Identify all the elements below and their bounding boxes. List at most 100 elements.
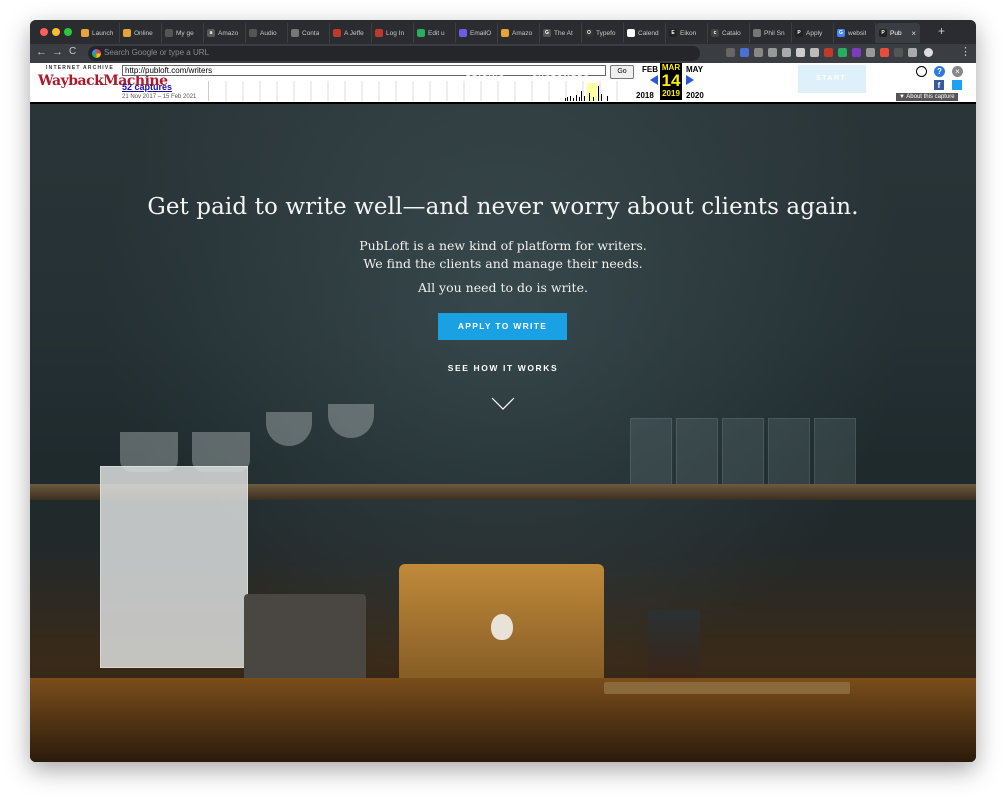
tab-favicon-icon: P <box>795 29 803 37</box>
tab-title: Log In <box>386 29 405 37</box>
extension-icon[interactable] <box>754 48 763 57</box>
chevron-down-icon[interactable] <box>491 397 515 411</box>
forward-icon[interactable]: → <box>52 46 63 58</box>
captures-link[interactable]: 52 captures <box>122 82 172 92</box>
browser-tab[interactable]: Calend <box>624 23 666 43</box>
apply-to-write-button[interactable]: APPLY TO WRITE <box>438 313 567 340</box>
minimize-window-button[interactable] <box>52 28 60 36</box>
new-tab-button[interactable]: + <box>938 24 945 38</box>
tab-favicon-icon: E <box>669 29 677 37</box>
extension-icon[interactable] <box>740 48 749 57</box>
browser-tab[interactable]: P Apply <box>792 23 834 43</box>
background-menu-card <box>100 466 248 668</box>
extension-icon[interactable] <box>866 48 875 57</box>
extension-icon[interactable] <box>824 48 833 57</box>
tab-favicon-icon <box>123 29 131 37</box>
about-capture-button[interactable]: ▼ About this capture <box>896 93 958 101</box>
hero-description-line: PubLoft is a new kind of platform for wr… <box>359 238 647 253</box>
tab-title: Amazo <box>218 29 239 37</box>
extension-icon[interactable] <box>782 48 791 57</box>
tab-title: Eikon <box>680 29 697 37</box>
google-icon <box>92 49 101 58</box>
next-month-label[interactable]: MAY <box>686 65 703 74</box>
tab-strip: Launch Online My ge a Amazo Audio Conta A Jeffe… <box>30 20 976 44</box>
reload-icon[interactable]: C <box>69 46 76 57</box>
wayback-logo[interactable]: INTERNET ARCHIVE WaybackMachine <box>38 65 168 99</box>
prev-year-label[interactable]: 2018 <box>636 91 654 100</box>
browser-tab[interactable]: E Eikon <box>666 23 708 43</box>
tab-favicon-icon <box>459 29 467 37</box>
prev-capture-icon[interactable] <box>650 75 658 85</box>
hero-description-line: We find the clients and manage their nee… <box>363 256 643 271</box>
browser-tab[interactable]: Launch <box>78 23 120 43</box>
browser-tab[interactable]: O Typefo <box>582 23 624 43</box>
browser-tab[interactable]: Audio <box>246 23 288 43</box>
tab-favicon-icon <box>501 29 509 37</box>
hero-description: PubLoft is a new kind of platform for wr… <box>30 237 976 273</box>
back-icon[interactable]: ← <box>36 46 47 58</box>
nav-for-publoft[interactable]: FOR PUBLOFT <box>704 75 770 82</box>
tab-title: My ge <box>176 29 194 37</box>
close-icon[interactable]: × <box>952 66 963 77</box>
tab-title: The At <box>554 29 573 37</box>
tab-favicon-icon <box>753 29 761 37</box>
wayback-go-button[interactable]: Go <box>610 65 634 79</box>
tab-title: Edit u <box>428 29 445 37</box>
help-icon[interactable]: ? <box>934 66 945 77</box>
extension-icon[interactable] <box>852 48 861 57</box>
account-icon[interactable] <box>916 66 927 77</box>
background-jar <box>676 418 718 486</box>
extension-icon[interactable] <box>880 48 889 57</box>
extension-icon[interactable] <box>768 48 777 57</box>
nav-pricing[interactable]: PRICING <box>466 75 506 82</box>
tab-favicon-icon: a <box>207 29 215 37</box>
browser-tab[interactable]: A Jeffe <box>330 23 372 43</box>
browser-tab[interactable]: a Amazo <box>204 23 246 43</box>
browser-tab[interactable]: Phil Sn <box>750 23 792 43</box>
tab-title: Conta <box>302 29 320 37</box>
tab-title: Launch <box>92 29 114 37</box>
extension-icon[interactable] <box>726 48 735 57</box>
next-capture-icon[interactable] <box>686 75 694 85</box>
menu-dots-icon[interactable]: ⋮ <box>960 45 971 58</box>
see-how-it-works-link[interactable]: SEE HOW IT WORKS <box>30 363 976 373</box>
puzzle-icon[interactable] <box>908 48 917 57</box>
browser-tab[interactable]: EmailO <box>456 23 498 43</box>
close-window-button[interactable] <box>40 28 48 36</box>
extension-icon[interactable] <box>838 48 847 57</box>
facebook-icon[interactable]: f <box>934 80 944 90</box>
extension-icon[interactable] <box>810 48 819 57</box>
browser-tab[interactable]: P Pub × <box>876 23 920 43</box>
address-placeholder: Search Google or type a URL <box>104 48 209 57</box>
start-button[interactable]: START <box>798 65 866 93</box>
browser-tab[interactable]: My ge <box>162 23 204 43</box>
browser-tab[interactable]: Conta <box>288 23 330 43</box>
browser-tab[interactable]: Amazo <box>498 23 540 43</box>
extension-icon[interactable] <box>894 48 903 57</box>
browser-tab[interactable]: Log In <box>372 23 414 43</box>
next-year-label[interactable]: 2020 <box>686 91 704 100</box>
browser-tab[interactable]: Online <box>120 23 162 43</box>
browser-tab[interactable]: G The At <box>540 23 582 43</box>
capture-range: 21 Nov 2017 – 15 Feb 2021 <box>122 94 197 100</box>
current-day: 14 <box>661 71 681 90</box>
nav-customers[interactable]: CUSTOMERS <box>532 75 590 82</box>
twitter-icon[interactable] <box>952 80 962 90</box>
browser-window: Launch Online My ge a Amazo Audio Conta A Jeffe… <box>30 20 976 762</box>
tab-favicon-icon <box>333 29 341 37</box>
browser-tab[interactable]: c Catalo <box>708 23 750 43</box>
browser-tab[interactable]: Edit u <box>414 23 456 43</box>
browser-toolbar: ← → C Search Google or type a URL ⋮ <box>30 44 976 63</box>
browser-tab[interactable]: Gwebsit <box>834 23 876 43</box>
address-bar[interactable]: Search Google or type a URL <box>88 46 700 61</box>
extension-icon[interactable] <box>796 48 805 57</box>
tab-favicon-icon: G <box>543 29 551 37</box>
close-tab-icon[interactable]: × <box>911 29 916 38</box>
capture-sparkline[interactable] <box>208 81 621 101</box>
start-label: START <box>816 75 847 82</box>
zoom-window-button[interactable] <box>64 28 72 36</box>
prev-month-label[interactable]: FEB <box>642 65 658 74</box>
background-jar <box>768 418 810 486</box>
background-jar <box>630 418 672 486</box>
profile-avatar[interactable] <box>924 48 933 57</box>
